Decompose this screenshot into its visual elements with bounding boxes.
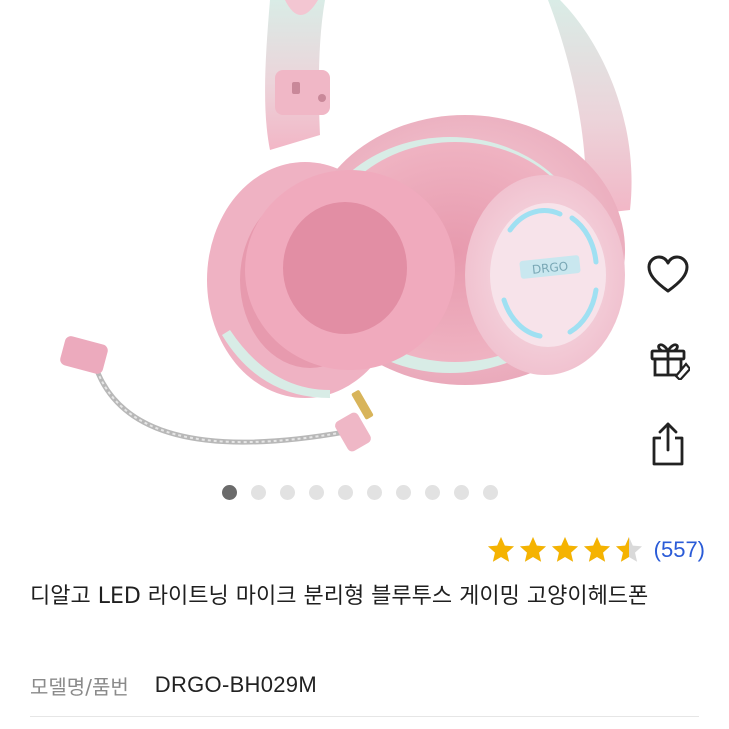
- gallery-dot[interactable]: [251, 484, 266, 500]
- wishlist-button[interactable]: [638, 250, 698, 302]
- star-icon: [519, 537, 546, 562]
- rating-stars: [486, 535, 644, 565]
- star-icon: [583, 537, 610, 562]
- headphone-illustration: DRGO: [60, 0, 632, 452]
- gallery-dot[interactable]: [425, 484, 440, 500]
- product-image[interactable]: DRGO: [0, 0, 729, 480]
- gallery-dot[interactable]: [396, 484, 411, 500]
- divider: [30, 716, 699, 717]
- gift-button[interactable]: [638, 332, 698, 384]
- gallery-dot[interactable]: [483, 484, 498, 500]
- product-title: 디알고 LED 라이트닝 마이크 분리형 블루투스 게이밍 고양이헤드폰: [30, 584, 649, 609]
- model-label: 모델명/품번: [30, 674, 129, 699]
- gallery-dot[interactable]: [454, 484, 469, 500]
- gallery-dot[interactable]: [222, 484, 237, 500]
- model-value: DRGO-BH029M: [154, 672, 317, 697]
- gallery-dot[interactable]: [367, 484, 382, 500]
- gallery-pagination: [222, 484, 498, 500]
- gift-icon: [650, 343, 690, 380]
- share-button[interactable]: [638, 418, 698, 470]
- gallery-dot[interactable]: [338, 484, 353, 500]
- heart-icon: [647, 255, 689, 293]
- gallery-dot[interactable]: [309, 484, 324, 500]
- gallery-dot[interactable]: [280, 484, 295, 500]
- rating-row[interactable]: (557): [486, 534, 705, 566]
- review-count-link[interactable]: (557): [654, 537, 705, 563]
- star-icon: [487, 537, 514, 562]
- share-icon: [652, 422, 684, 466]
- star-icon: [615, 537, 642, 562]
- star-icon: [551, 537, 578, 562]
- model-row: 모델명/품번 DRGO-BH029M: [30, 668, 317, 702]
